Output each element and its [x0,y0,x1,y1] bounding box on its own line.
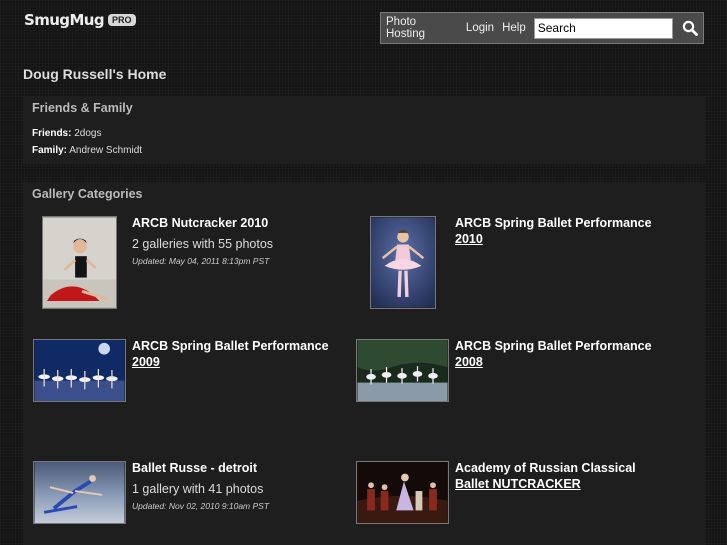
search-button[interactable] [677,17,703,39]
search-input[interactable]: Search [533,17,674,39]
top-nav-bar: Photo Hosting Login Help Search [380,12,704,44]
gallery-thumbnail[interactable] [356,461,449,524]
page-title: Doug Russell's Home [23,66,167,82]
gallery-title-text-line2: Ballet NUTCRACKER [455,476,581,491]
search-icon [682,20,698,36]
gallery-item: ARCB Nutcracker 2010 2 galleries with 55… [32,216,273,309]
gallery-title-text: ARCB Spring Ballet Performance [455,216,652,230]
gallery-title-text: Ballet Russe - detroit [132,461,258,475]
gallery-title-text-line2: 2009 [132,354,160,369]
gallery-title-text: Academy of Russian Classical [455,461,636,475]
gallery-item: Ballet Russe - detroit 1 gallery with 41… [32,461,269,524]
gallery-updated: Updated: May 04, 2011 8:13pm PST [132,255,270,266]
pro-badge: PRO [108,14,136,26]
gallery-categories-title: Gallery Categories [32,187,143,201]
friends-family-panel: Friends & Family Friends: 2dogs Family: … [23,96,705,164]
gallery-title-link[interactable]: ARCB Nutcracker 2010 [132,216,273,232]
family-value-link[interactable]: Andrew Schmidt [69,145,142,156]
gallery-title-text-line2: 2008 [455,354,483,369]
gallery-item: Academy of Russian Classical Ballet NUTC… [355,461,636,524]
family-label: Family: [32,145,68,156]
gallery-title-text: ARCB Nutcracker 2010 [132,216,269,230]
friends-family-title: Friends & Family [32,101,133,115]
gallery-title-text: ARCB Spring Ballet Performance [132,339,329,353]
gallery-item: ARCB Spring Ballet Performance 2010 [355,216,652,309]
gallery-title-link[interactable]: ARCB Spring Ballet Performance 2010 [455,216,652,247]
gallery-updated: Updated: Nov 02, 2010 9:10am PST [132,500,270,511]
gallery-thumbnail[interactable] [33,339,126,402]
friends-row: Friends: 2dogs [23,125,705,142]
smugmug-logo[interactable]: SmugMug PRO [24,11,136,29]
friends-value-link[interactable]: 2dogs [74,128,101,139]
gallery-thumbnail[interactable] [42,216,117,309]
gallery-thumbnail[interactable] [356,339,449,402]
gallery-item: ARCB Spring Ballet Performance 2009 [32,339,329,402]
photo-hosting-link[interactable]: Photo Hosting [386,16,458,40]
gallery-count: 2 galleries with 55 photos [132,236,274,251]
gallery-title-link[interactable]: Ballet Russe - detroit [132,461,269,477]
help-link[interactable]: Help [502,22,526,34]
gallery-thumbnail[interactable] [369,216,436,309]
gallery-title-text: ARCB Spring Ballet Performance [455,339,652,353]
friends-label: Friends: [32,128,72,139]
gallery-count: 1 gallery with 41 photos [132,481,264,496]
family-row: Family: Andrew Schmidt [23,142,705,159]
gallery-title-link[interactable]: ARCB Spring Ballet Performance 2008 [455,339,652,370]
gallery-categories-panel: Gallery Categories ARCB Nutcracker 2010 … [23,182,705,545]
logo-text: SmugMug [24,11,105,29]
gallery-title-text-line2: 2010 [455,231,483,246]
gallery-title-link[interactable]: Academy of Russian Classical Ballet NUTC… [455,461,636,492]
gallery-thumbnail[interactable] [33,461,126,524]
login-link[interactable]: Login [466,22,494,34]
gallery-title-link[interactable]: ARCB Spring Ballet Performance 2009 [132,339,329,370]
gallery-item: ARCB Spring Ballet Performance 2008 [355,339,652,402]
